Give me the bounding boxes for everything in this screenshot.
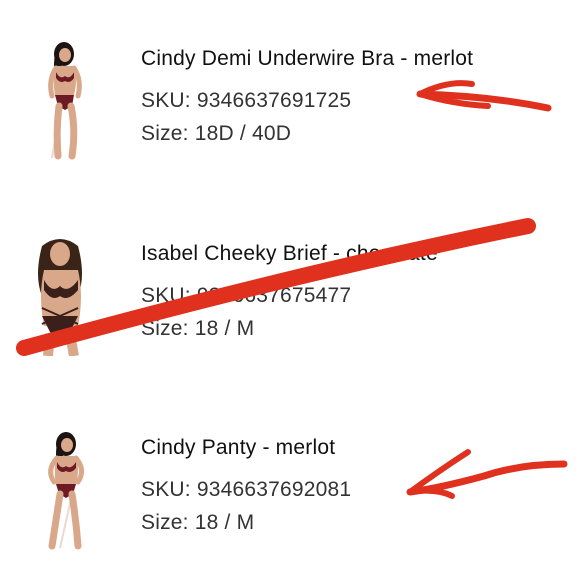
product-thumbnail-1[interactable] xyxy=(22,40,110,160)
product-thumbnail-3[interactable] xyxy=(22,430,110,550)
product-name[interactable]: Isabel Cheeky Brief - chocolate xyxy=(141,242,438,266)
product-sku: SKU: 9346637691725 xyxy=(141,89,352,112)
product-size: Size: 18 / M xyxy=(141,511,255,534)
red-arrow-icon xyxy=(416,80,552,112)
product-sku: SKU: 9346637675477 xyxy=(141,284,352,307)
product-sku: SKU: 9346637692081 xyxy=(141,478,352,501)
product-size: Size: 18 / M xyxy=(141,317,255,340)
product-thumbnail-2[interactable] xyxy=(20,236,100,357)
red-arrow-icon xyxy=(406,449,568,499)
model-photo-panty-icon xyxy=(48,432,84,550)
product-name[interactable]: Cindy Demi Underwire Bra - merlot xyxy=(141,47,473,71)
product-name[interactable]: Cindy Panty - merlot xyxy=(141,436,335,460)
model-photo-bra-icon xyxy=(48,42,82,160)
product-size: Size: 18D / 40D xyxy=(141,122,292,145)
model-photo-brief-icon xyxy=(38,239,82,357)
